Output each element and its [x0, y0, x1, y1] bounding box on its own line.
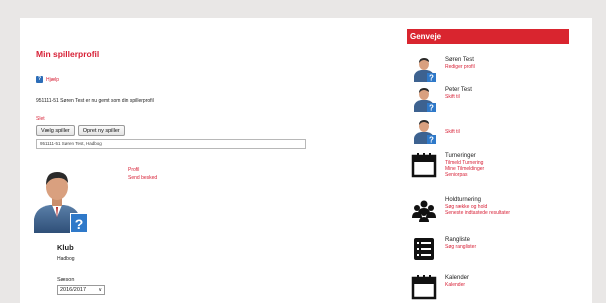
- send-message-link[interactable]: Send besked: [128, 174, 157, 182]
- list-icon: [411, 236, 437, 262]
- calendar-icon: [411, 274, 437, 300]
- sidebar-item-title: Turneringer: [445, 153, 476, 159]
- group-icon: [411, 196, 437, 222]
- player-buttons: Vælg spiller Opret ny spiller: [36, 125, 386, 136]
- sidebar-item-turneringer[interactable]: Turneringer Tilmeld Turnering Mine Tilme…: [411, 152, 484, 178]
- person-icon: ?: [411, 56, 437, 83]
- svg-text:?: ?: [429, 74, 434, 83]
- edit-profile-link[interactable]: Rediger profil: [445, 64, 475, 70]
- search-rankings-link[interactable]: Søg ranglister: [445, 244, 476, 250]
- page-title: Min spillerprofil: [36, 49, 100, 59]
- switch-to-link[interactable]: Skift til: [445, 94, 472, 100]
- latest-results-link[interactable]: Seneste indtastede resultater: [445, 210, 510, 216]
- season-select[interactable]: 2016/2017 ∨: [57, 285, 105, 295]
- klub-value: Hadbog: [57, 256, 75, 262]
- sidebar-item-rangliste[interactable]: Rangliste Søg ranglister: [411, 236, 476, 262]
- person-icon: ?: [411, 118, 437, 145]
- delete-link[interactable]: Slet: [36, 116, 386, 122]
- sidebar-item-title: Holdturnering: [445, 197, 482, 203]
- sidebar-item-title: Rangliste: [445, 237, 471, 243]
- avatar: ?: [30, 167, 88, 233]
- sidebar-item-title: Kalender: [445, 275, 470, 281]
- svg-text:?: ?: [429, 136, 434, 145]
- profile-links: Profil Send besked: [128, 166, 157, 182]
- shortcuts-sidebar: Genveje: [407, 29, 569, 44]
- question-badge-icon: ?: [70, 213, 88, 233]
- klub-heading: Klub: [57, 243, 74, 252]
- person-icon: ?: [411, 86, 437, 113]
- sidebar-item-peter-test[interactable]: ? Peter Test Skift til: [411, 86, 472, 113]
- create-player-button[interactable]: Opret ny spiller: [77, 125, 125, 136]
- sidebar-item-title: Peter Test: [445, 87, 472, 93]
- sidebar-item-title: Søren Test: [445, 57, 474, 63]
- help-icon: ?: [36, 76, 43, 83]
- sidebar-header: Genveje: [407, 29, 569, 44]
- player-field[interactable]: 951111-51 Søren Test, Hadbog: [36, 139, 306, 149]
- profile-link[interactable]: Profil: [128, 166, 157, 174]
- main-content: Min spillerprofil ? Hjælp 951111-51 Søre…: [36, 22, 386, 149]
- help-label[interactable]: Hjælp: [46, 77, 59, 83]
- sidebar-item-profile-3[interactable]: ? Skift til: [411, 118, 460, 145]
- calendar-link[interactable]: Kalender: [445, 282, 469, 288]
- sidebar-item-kalender[interactable]: Kalender Kalender: [411, 274, 469, 300]
- senior-pass-link[interactable]: Seniorpas: [445, 172, 484, 178]
- chevron-down-icon: ∨: [98, 287, 102, 293]
- sidebar-item-soren-test[interactable]: ? Søren Test Rediger profil: [411, 56, 475, 83]
- switch-to-link[interactable]: Skift til: [445, 129, 460, 135]
- season-value: 2016/2017: [60, 287, 86, 293]
- sidebar-item-holdturnering[interactable]: Holdturnering Søg række og hold Seneste …: [411, 196, 510, 222]
- choose-player-button[interactable]: Vælg spiller: [36, 125, 75, 136]
- svg-text:?: ?: [429, 104, 434, 113]
- help-link[interactable]: ? Hjælp: [36, 76, 386, 83]
- calendar-icon: [411, 152, 437, 178]
- saved-message: 951111-51 Søren Test er nu gemt som din …: [36, 98, 154, 104]
- season-label: Sæson: [57, 277, 75, 283]
